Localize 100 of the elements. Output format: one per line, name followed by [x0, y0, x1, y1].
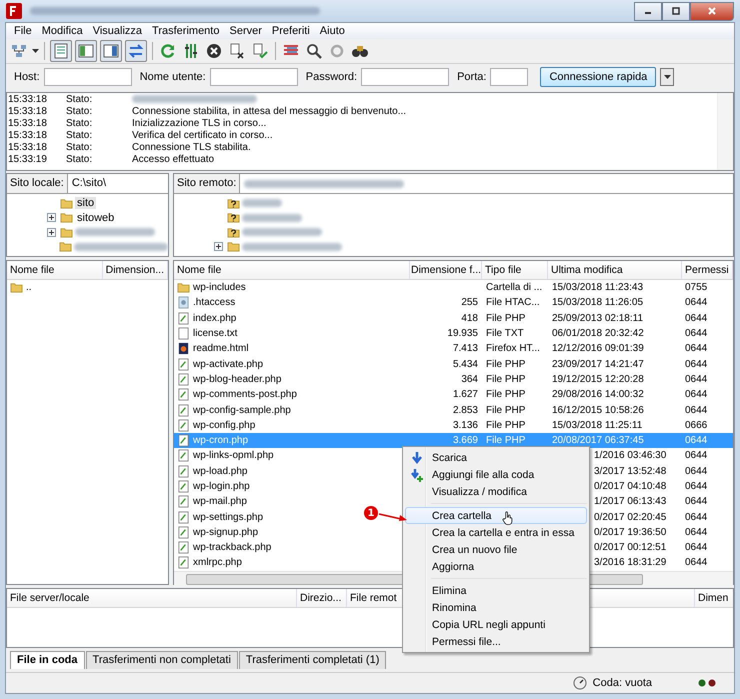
input-field[interactable] [44, 68, 132, 86]
search-icon[interactable] [304, 41, 324, 61]
log-time: 15:33:18 [8, 130, 48, 140]
menu-item[interactable]: Crea cartella [405, 507, 587, 524]
tab[interactable]: File in coda [10, 651, 85, 669]
text-file-icon [177, 327, 190, 340]
permissions: 0644 [685, 481, 708, 492]
file-size: 5.434 [452, 358, 478, 370]
file-size: 418 [461, 312, 478, 324]
maximize-button[interactable] [662, 2, 690, 20]
permissions: 0644 [685, 466, 708, 477]
folder-question-icon [227, 196, 240, 210]
menu-item[interactable]: Trasferimento [147, 25, 224, 37]
menu-item[interactable]: Aggiorna [405, 558, 587, 575]
file-type: File PHP [486, 420, 526, 431]
column-header[interactable]: Dimensione f... [410, 261, 482, 279]
input-field[interactable] [210, 68, 298, 86]
panel-left-icon[interactable] [75, 40, 97, 62]
download-arrow-icon [411, 450, 423, 464]
modified-date: 3/2017 13:52:48 [594, 466, 666, 477]
input-field[interactable] [361, 68, 450, 86]
menu-item[interactable]: Crea la cartella e entra in essa [405, 524, 587, 541]
modified-date: 06/01/2018 20:32:42 [552, 328, 644, 340]
menu-item[interactable]: Modifica [36, 25, 88, 37]
gear-file-icon [177, 296, 190, 310]
hand-cursor-icon [502, 511, 513, 525]
file-name: wp-blog-header.php [193, 374, 282, 385]
menu-item[interactable]: Visualizza [88, 25, 148, 37]
file-name: wp-cron.php [193, 435, 248, 446]
log-type: Stato: [66, 130, 94, 140]
file-type: File PHP [486, 374, 526, 385]
folder-icon [60, 196, 73, 210]
menu-item[interactable]: Rinomina [405, 599, 587, 616]
minimize-button[interactable] [634, 2, 662, 20]
script-file-icon [177, 556, 190, 570]
file-name: .htaccess [193, 297, 236, 308]
site-label: Sito locale: [7, 174, 68, 193]
column-header[interactable]: File server/locale [7, 589, 297, 607]
column-header[interactable]: Ultima modifica [548, 261, 682, 279]
log-type: Stato: [66, 94, 94, 104]
column-header[interactable]: Dimension... [102, 261, 168, 279]
folder-icon [227, 240, 240, 254]
folder-icon [177, 281, 190, 294]
menu-item[interactable]: Scarica [405, 449, 587, 466]
file-name[interactable]: .. [26, 282, 32, 294]
modified-date: 15/03/2018 11:23:43 [552, 282, 644, 294]
modified-date: 29/08/2016 14:00:32 [552, 389, 644, 400]
log-message: Connessione TLS stabilita. [132, 142, 251, 152]
modified-date: 23/09/2017 14:21:47 [552, 358, 644, 370]
input-field[interactable] [490, 68, 528, 86]
column-header[interactable]: Direzio... [297, 589, 347, 607]
modified-date: 25/09/2013 02:18:11 [552, 312, 644, 324]
transfer-arrows-icon[interactable] [125, 40, 147, 62]
file-name: license.txt [193, 328, 238, 340]
expand-icon[interactable] [47, 228, 56, 237]
menu-item[interactable]: Preferiti [266, 25, 315, 37]
dropdown-button[interactable] [660, 68, 674, 86]
panel-right-icon[interactable] [100, 40, 122, 62]
permissions: 0755 [685, 282, 708, 294]
column-header[interactable]: Nome file [174, 261, 410, 279]
expand-icon[interactable] [214, 242, 223, 252]
column-header[interactable]: Nome file [7, 261, 103, 279]
tab[interactable]: Trasferimenti non completati [86, 651, 238, 669]
caret-icon [664, 75, 671, 79]
menu-item[interactable]: Aggiungi file alla coda [405, 466, 587, 483]
expand-icon[interactable] [47, 213, 56, 222]
script-file-icon [177, 388, 190, 402]
log-type: Stato: [66, 106, 94, 116]
quickconnect-button[interactable]: Connessione rapida [540, 67, 656, 87]
close-button[interactable] [690, 2, 734, 20]
tab[interactable]: Trasferimenti completati (1) [238, 651, 386, 669]
menu-item[interactable]: Crea un nuovo file [405, 541, 587, 558]
path-field[interactable]: C:\sito\ [68, 174, 168, 193]
tree-item[interactable]: sitoweb [75, 212, 116, 224]
file-type: Firefox HT... [486, 343, 540, 354]
menu-item[interactable]: Elimina [405, 582, 587, 599]
browser-file-icon [177, 342, 190, 356]
script-file-icon [177, 526, 190, 539]
file-name: wp-links-opml.php [193, 450, 274, 462]
file-name: wp-comments-post.php [193, 389, 297, 400]
column-header[interactable]: Permessi [682, 261, 733, 279]
menu-item[interactable]: Copia URL negli appunti [405, 616, 587, 633]
menu-item[interactable]: Permessi file... [405, 633, 587, 650]
file-name: wp-load.php [193, 466, 248, 477]
scrollbar[interactable] [717, 93, 733, 170]
log-time: 15:33:18 [8, 94, 48, 104]
permissions: 0644 [685, 404, 708, 416]
modified-date: 16/12/2015 10:58:26 [552, 404, 644, 416]
tree-item[interactable]: sito [75, 197, 96, 210]
log-toggle-icon[interactable] [50, 40, 72, 62]
column-header[interactable]: Tipo file [482, 261, 548, 279]
menu-item[interactable]: Visualizza / modifica [405, 483, 587, 500]
menu-item[interactable]: File [9, 25, 37, 37]
column-header[interactable]: Dimen [695, 589, 733, 607]
script-file-icon [177, 358, 190, 371]
menu-item[interactable]: Aiuto [314, 25, 350, 37]
menu-item[interactable]: Server [224, 25, 267, 37]
dropdown-arrow-icon[interactable] [32, 49, 39, 53]
cancel-icon[interactable] [204, 41, 224, 61]
close-icon [707, 6, 717, 16]
